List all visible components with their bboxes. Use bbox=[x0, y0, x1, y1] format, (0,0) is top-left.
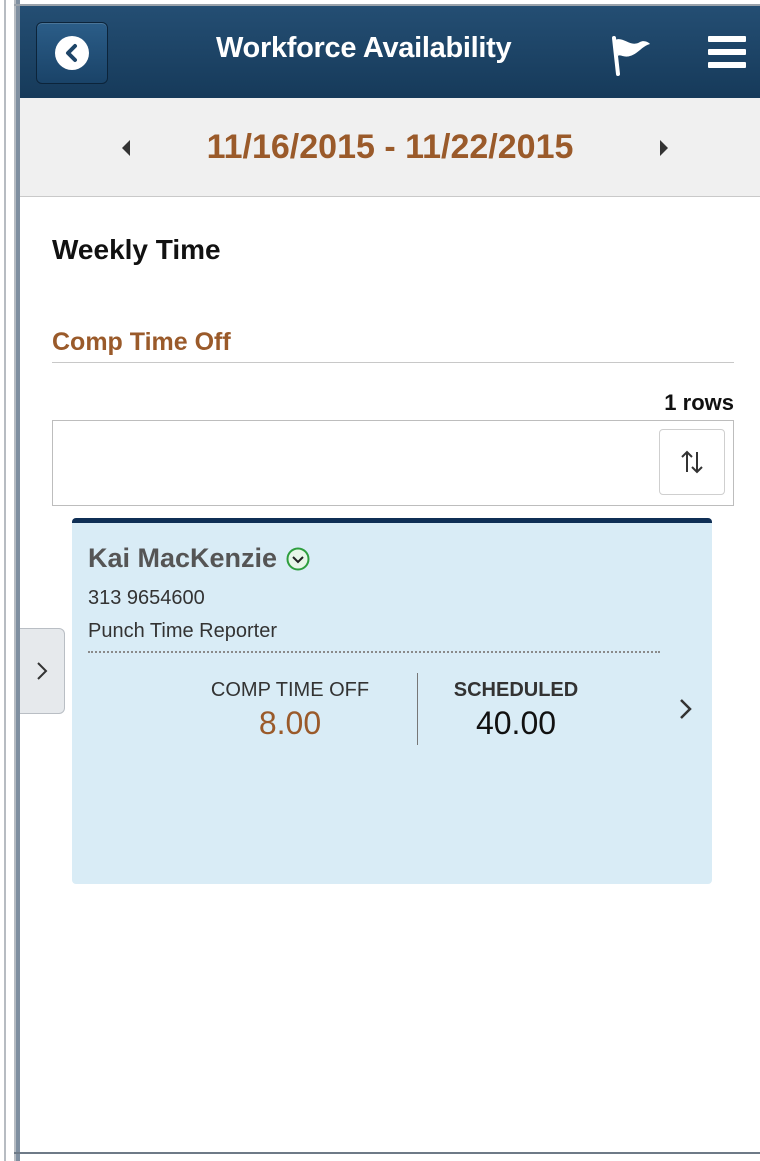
hamburger-menu-icon[interactable] bbox=[708, 36, 748, 72]
section-divider bbox=[52, 362, 734, 363]
page-title: Weekly Time bbox=[52, 234, 221, 265]
row-count: 1 rows bbox=[664, 390, 734, 415]
employee-phone: 313 9654600 bbox=[88, 587, 205, 609]
triangle-left-icon[interactable] bbox=[116, 136, 136, 160]
grid-toolbar bbox=[52, 420, 734, 506]
sort-button[interactable] bbox=[659, 429, 725, 495]
card-divider bbox=[88, 651, 660, 653]
section-title: Comp Time Off bbox=[52, 328, 231, 356]
triangle-right-icon[interactable] bbox=[654, 136, 674, 160]
back-arrow-icon bbox=[55, 36, 89, 70]
flag-icon[interactable] bbox=[610, 34, 654, 78]
date-navigation: 11/16/2015 - 11/22/2015 bbox=[20, 98, 760, 197]
employee-role: Punch Time Reporter bbox=[88, 620, 277, 642]
back-button[interactable] bbox=[36, 22, 108, 84]
side-panel-toggle[interactable] bbox=[20, 628, 65, 714]
page-header-title: Workforce Availability bbox=[216, 32, 512, 64]
date-range-label[interactable]: 11/16/2015 - 11/22/2015 bbox=[180, 128, 600, 167]
sort-up-down-icon bbox=[681, 450, 703, 474]
frame-border bbox=[14, 1152, 760, 1154]
metric-label-scheduled: SCHEDULED bbox=[453, 679, 579, 701]
expand-chevron-icon[interactable] bbox=[285, 546, 311, 572]
employee-card[interactable]: Kai MacKenzie 313 9654600 Punch Time Rep… bbox=[72, 518, 712, 884]
chevron-right-icon[interactable] bbox=[676, 695, 696, 723]
chevron-right-icon bbox=[37, 662, 48, 680]
metric-value-scheduled: 40.00 bbox=[475, 705, 557, 741]
frame-border bbox=[4, 0, 6, 1161]
employee-name: Kai MacKenzie bbox=[88, 543, 278, 573]
metric-label-comp-time-off: COMP TIME OFF bbox=[210, 679, 370, 701]
metric-divider bbox=[417, 673, 418, 745]
app-header: Workforce Availability bbox=[20, 6, 760, 98]
employee-name-row: Kai MacKenzie bbox=[88, 543, 311, 574]
metric-value-comp-time-off: 8.00 bbox=[258, 705, 322, 741]
